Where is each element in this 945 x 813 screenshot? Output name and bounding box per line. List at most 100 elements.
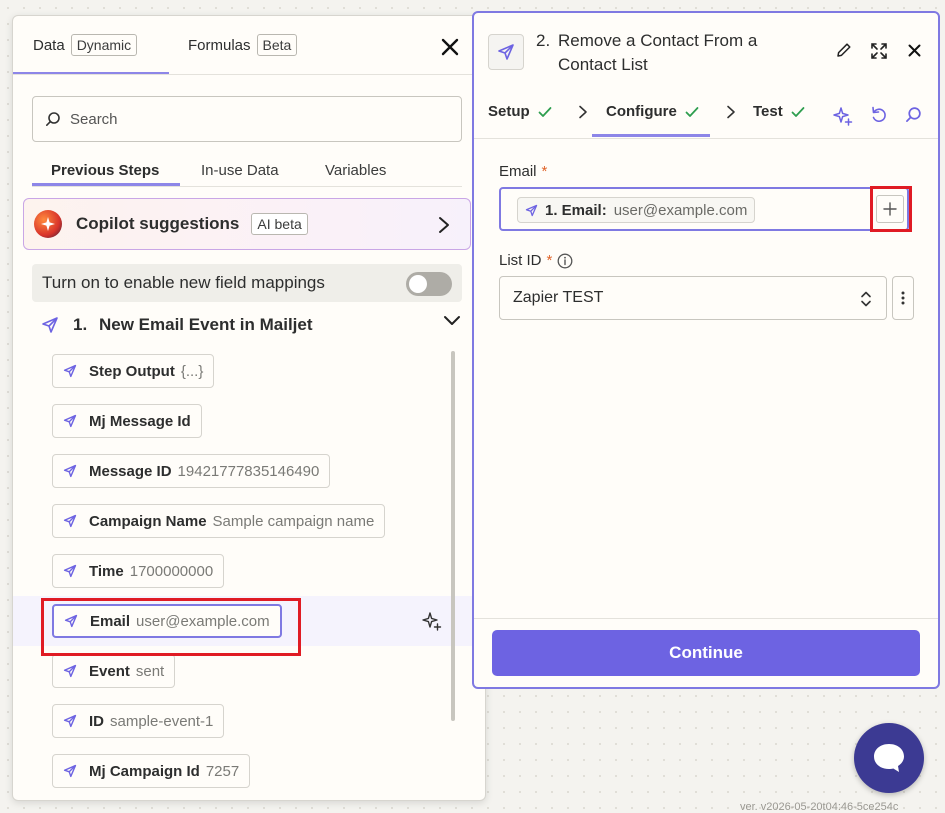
field-label: Campaign Name xyxy=(89,512,207,530)
field-pill-mj-message-id[interactable]: Mj Message Id xyxy=(52,404,202,438)
chat-button[interactable] xyxy=(854,723,924,793)
field-pill-mj-campaign-id[interactable]: Mj Campaign Id 7257 xyxy=(52,754,251,788)
sparkle-icon[interactable] xyxy=(422,611,442,631)
undo-icon[interactable] xyxy=(870,106,888,124)
email-label-text: Email xyxy=(499,163,537,180)
toggle-knob xyxy=(409,275,427,293)
send-icon xyxy=(63,514,77,528)
tab-formulas-label: Formulas xyxy=(188,36,251,54)
version-label: ver. v2026-05-20t04:46-5ce254c xyxy=(740,801,899,813)
close-icon[interactable] xyxy=(908,44,921,57)
token-label: 1. Email: xyxy=(545,201,607,219)
send-icon xyxy=(497,43,515,61)
field-row: Campaign Name Sample campaign name xyxy=(13,496,485,546)
field-mapping-toggle[interactable] xyxy=(406,272,452,296)
step-tabs: Setup Configure Test xyxy=(474,99,938,139)
send-icon xyxy=(525,204,538,217)
token-value: user@example.com xyxy=(613,201,748,219)
tab-configure[interactable]: Configure xyxy=(606,103,699,120)
data-panel: Data Dynamic Formulas Beta Previous Step… xyxy=(12,15,486,801)
tab-data-label: Data xyxy=(33,36,65,54)
field-pill-id[interactable]: ID sample-event-1 xyxy=(52,704,225,738)
step-tabs-divider xyxy=(474,138,938,139)
info-icon[interactable] xyxy=(557,253,573,269)
field-value: {...} xyxy=(180,362,204,380)
step-name: New Email Event in Mailjet xyxy=(99,315,313,334)
field-row: Message ID 19421777835146490 xyxy=(13,446,485,496)
field-label: Email xyxy=(90,612,131,630)
field-pill-event[interactable]: Event sent xyxy=(52,654,176,688)
toggle-label: Turn on to enable new field mappings xyxy=(42,273,325,292)
tab-test[interactable]: Test xyxy=(753,103,805,120)
field-row: Mj Campaign Id 7257 xyxy=(13,746,485,796)
field-value: 7257 xyxy=(205,762,240,780)
chat-bubble-icon xyxy=(871,741,907,775)
tab-data[interactable]: Data Dynamic xyxy=(33,34,138,56)
close-icon[interactable] xyxy=(441,38,459,56)
field-row: ID sample-event-1 xyxy=(13,696,485,746)
tab-formulas-badge: Beta xyxy=(256,34,298,56)
search-icon xyxy=(45,111,61,127)
mapped-field-token[interactable]: 1. Email: user@example.com xyxy=(517,197,756,223)
field-value: Sample campaign name xyxy=(212,512,375,530)
required-mark: * xyxy=(546,252,553,269)
tab-variables[interactable]: Variables xyxy=(325,162,386,179)
search-icon[interactable] xyxy=(905,106,922,123)
send-icon xyxy=(63,464,77,478)
fields-scrollbar[interactable] xyxy=(451,351,455,721)
list-id-select[interactable]: Zapier TEST xyxy=(499,276,887,320)
expand-icon[interactable] xyxy=(870,42,888,60)
copilot-suggestions-button[interactable]: Copilot suggestions AI beta xyxy=(23,198,471,250)
list-id-label-text: List ID xyxy=(499,252,542,269)
field-label: Message ID xyxy=(89,462,172,480)
field-pill-step-output[interactable]: Step Output {...} xyxy=(52,354,215,388)
copilot-logo-icon xyxy=(34,210,62,238)
field-pill-campaign-name[interactable]: Campaign Name Sample campaign name xyxy=(52,504,386,538)
chevron-right-icon xyxy=(726,105,736,119)
field-row: Email user@example.com xyxy=(13,596,485,646)
field-pill-message-id[interactable]: Message ID 19421777835146490 xyxy=(52,454,331,488)
tab-formulas[interactable]: Formulas Beta xyxy=(188,34,298,56)
insert-data-button[interactable] xyxy=(876,195,904,223)
check-icon xyxy=(685,106,699,118)
tab-setup-label: Setup xyxy=(488,103,530,120)
field-label: Event xyxy=(89,662,130,680)
subtabs-divider xyxy=(32,186,462,187)
list-id-more-button[interactable] xyxy=(892,276,914,320)
field-pill-email[interactable]: Email user@example.com xyxy=(52,604,282,638)
email-input[interactable]: 1. Email: user@example.com xyxy=(499,187,909,231)
step-1-header[interactable]: 1. New Email Event in Mailjet xyxy=(41,313,461,337)
field-label: Mj Message Id xyxy=(89,412,191,430)
email-field-label: Email * xyxy=(499,163,547,180)
search-input[interactable] xyxy=(70,110,430,128)
tab-configure-label: Configure xyxy=(606,103,677,120)
check-icon xyxy=(538,106,552,118)
tab-previous-steps[interactable]: Previous Steps xyxy=(51,162,159,179)
send-icon xyxy=(63,414,77,428)
step-title-text: Remove a Contact From a Contact List xyxy=(558,31,758,74)
step-config-panel: 2. Remove a Contact From a Contact List … xyxy=(472,11,940,689)
field-row: Event sent xyxy=(13,646,485,696)
sparkle-icon[interactable] xyxy=(833,106,853,126)
continue-button[interactable]: Continue xyxy=(492,630,920,676)
field-pill-time[interactable]: Time 1700000000 xyxy=(52,554,225,588)
chevron-right-icon xyxy=(578,105,588,119)
field-row: Time 1700000000 xyxy=(13,546,485,596)
pencil-icon[interactable] xyxy=(836,42,852,58)
search-field[interactable] xyxy=(32,96,462,142)
send-icon xyxy=(63,364,77,378)
send-icon xyxy=(63,664,77,678)
field-label: Step Output xyxy=(89,362,175,380)
tab-setup[interactable]: Setup xyxy=(488,103,552,120)
check-icon xyxy=(791,106,805,118)
copilot-title: Copilot suggestions xyxy=(76,214,240,233)
tab-in-use-data[interactable]: In-use Data xyxy=(201,162,279,179)
tabs-divider xyxy=(13,74,485,75)
send-icon xyxy=(63,764,77,778)
step-app-icon xyxy=(488,34,524,70)
copilot-badge: AI beta xyxy=(251,213,308,235)
field-label: Time xyxy=(89,562,124,580)
footer-divider xyxy=(474,618,938,619)
field-label: Mj Campaign Id xyxy=(89,762,200,780)
active-step-tab-indicator xyxy=(592,134,710,137)
